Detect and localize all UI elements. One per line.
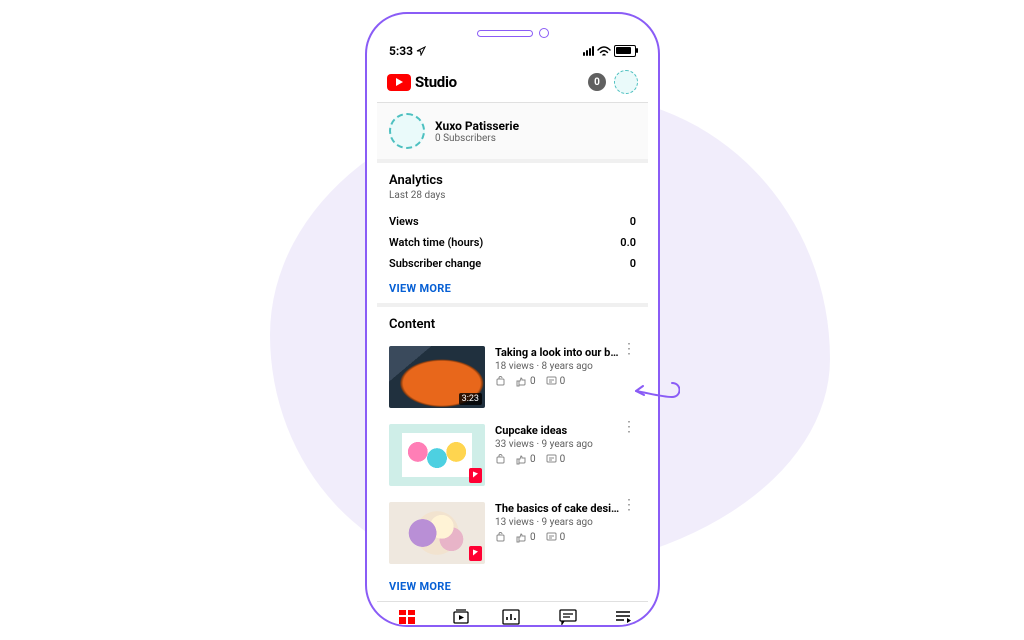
analytics-section: Analytics Last 28 days Views 0 Watch tim… — [377, 163, 648, 307]
video-meta: 18 views · 8 years ago — [495, 361, 636, 372]
stat-subs: Subscriber change 0 — [389, 253, 636, 274]
brand[interactable]: Studio — [387, 73, 457, 91]
shorts-badge — [469, 546, 482, 561]
nav-content[interactable]: Content — [446, 608, 474, 627]
video-options-button[interactable]: ⋮ — [622, 346, 636, 352]
comments-icon — [558, 608, 578, 626]
video-stats: 0 0 — [495, 376, 636, 387]
video-stats: 0 0 — [495, 532, 636, 543]
video-title: Cupcake ideas — [495, 424, 620, 437]
stat-label: Subscriber change — [389, 257, 481, 270]
visibility-icon — [495, 376, 506, 387]
likes-stat: 0 — [516, 454, 536, 465]
video-title: The basics of cake design — [495, 502, 620, 515]
video-options-button[interactable]: ⋮ — [622, 424, 636, 430]
stat-views: Views 0 — [389, 211, 636, 232]
analytics-title: Analytics — [389, 173, 636, 188]
time-text: 5:33 — [389, 44, 413, 58]
brand-text: Studio — [415, 73, 457, 91]
shorts-badge — [469, 468, 482, 483]
status-bar: 5:33 — [377, 42, 648, 64]
bottom-nav: Dashboard Content Analytics Comments Pla… — [377, 601, 648, 627]
playlists-icon — [613, 608, 633, 626]
signal-icon — [583, 46, 594, 56]
nav-comments[interactable]: Comments — [548, 608, 587, 627]
dashboard-icon — [397, 608, 417, 626]
stat-value: 0.0 — [620, 236, 636, 249]
duration-badge: 3:23 — [459, 393, 482, 405]
content-title: Content — [389, 317, 636, 332]
phone-frame: 5:33 Studio 0 Xuxo Patisserie — [365, 12, 660, 627]
comments-stat: 0 — [546, 454, 566, 465]
video-thumbnail — [389, 502, 485, 564]
analytics-view-more-link[interactable]: VIEW MORE — [389, 274, 636, 295]
content-icon — [451, 608, 471, 626]
video-thumbnail: 3:23 — [389, 346, 485, 408]
analytics-icon — [501, 608, 521, 626]
screen: 5:33 Studio 0 Xuxo Patisserie — [377, 42, 648, 611]
visibility-icon — [495, 454, 506, 465]
stat-watchtime: Watch time (hours) 0.0 — [389, 232, 636, 253]
channel-avatar — [389, 113, 425, 149]
account-avatar[interactable] — [614, 70, 638, 94]
notification-badge[interactable]: 0 — [588, 73, 606, 91]
content-view-more-link[interactable]: VIEW MORE — [389, 572, 636, 593]
video-meta: 33 views · 9 years ago — [495, 439, 636, 450]
stat-value: 0 — [630, 257, 636, 270]
status-right — [583, 45, 636, 57]
channel-name: Xuxo Patisserie — [435, 119, 519, 133]
likes-stat: 0 — [516, 532, 536, 543]
location-icon — [416, 46, 426, 56]
stat-label: Watch time (hours) — [389, 236, 483, 249]
video-stats: 0 0 — [495, 454, 636, 465]
video-meta: 13 views · 9 years ago — [495, 517, 636, 528]
youtube-icon — [387, 74, 411, 91]
visibility-icon — [495, 532, 506, 543]
battery-icon — [614, 45, 636, 57]
channel-subs: 0 Subscribers — [435, 133, 519, 144]
nav-analytics[interactable]: Analytics — [495, 608, 528, 627]
status-time: 5:33 — [389, 44, 426, 58]
comments-stat: 0 — [546, 376, 566, 387]
likes-stat: 0 — [516, 376, 536, 387]
nav-playlists[interactable]: Playlists — [608, 608, 638, 627]
stat-value: 0 — [630, 215, 636, 228]
video-title: Taking a look into our best rec… — [495, 346, 620, 359]
video-row[interactable]: 3:23 Taking a look into our best rec… 18… — [389, 338, 636, 416]
video-row[interactable]: The basics of cake design 13 views · 9 y… — [389, 494, 636, 572]
stat-label: Views — [389, 215, 419, 228]
analytics-period: Last 28 days — [389, 190, 636, 201]
channel-row[interactable]: Xuxo Patisserie 0 Subscribers — [377, 103, 648, 163]
nav-dashboard[interactable]: Dashboard — [387, 608, 426, 627]
content-section: Content 3:23 Taking a look into our best… — [377, 307, 648, 601]
video-options-button[interactable]: ⋮ — [622, 502, 636, 508]
phone-notch — [477, 28, 549, 38]
video-row[interactable]: Cupcake ideas 33 views · 9 years ago 0 0… — [389, 416, 636, 494]
wifi-icon — [597, 46, 611, 57]
app-header: Studio 0 — [377, 64, 648, 103]
comments-stat: 0 — [546, 532, 566, 543]
video-thumbnail — [389, 424, 485, 486]
